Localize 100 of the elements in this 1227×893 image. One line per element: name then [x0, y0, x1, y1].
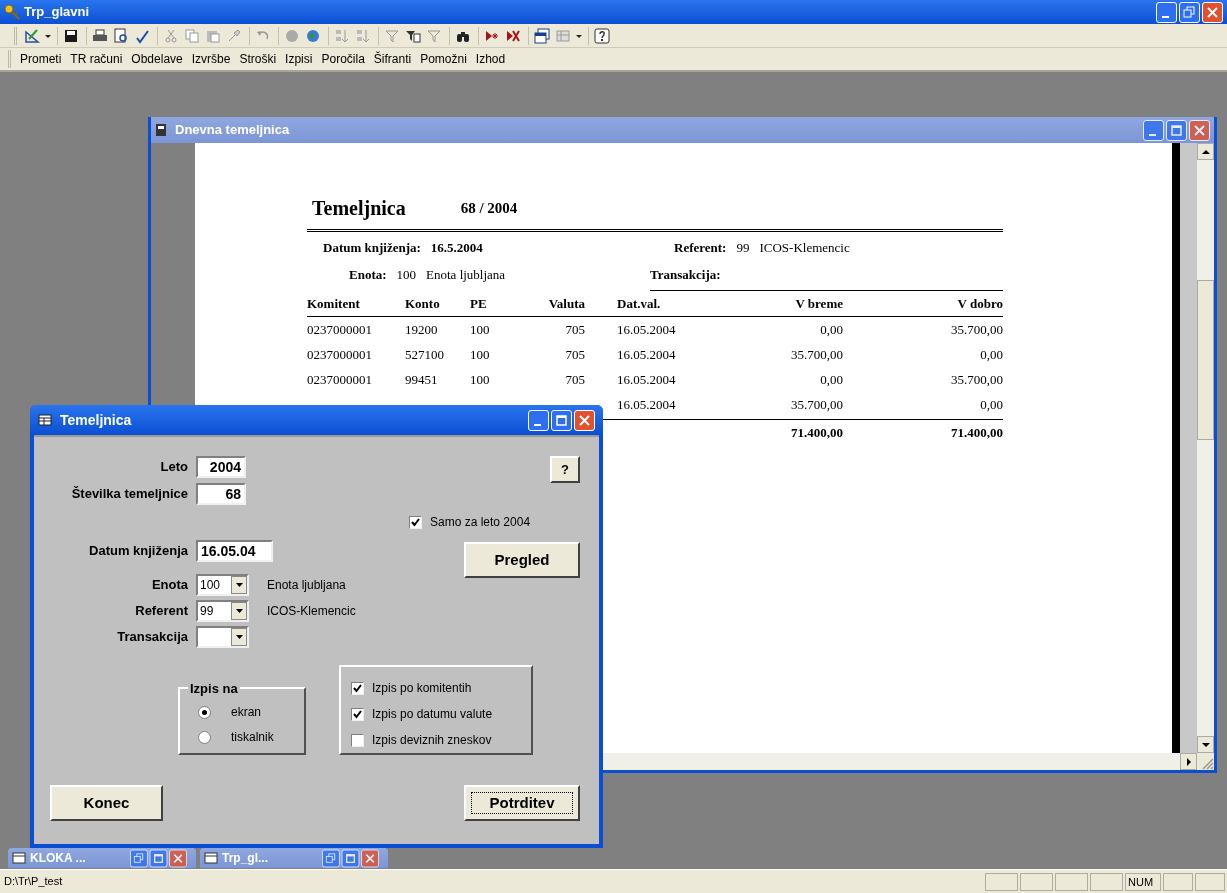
menu-item[interactable]: Izhod: [475, 50, 506, 68]
minimize-icon: [533, 423, 541, 426]
menu-item[interactable]: Prometi: [20, 50, 62, 68]
restore-button[interactable]: [1179, 1, 1200, 23]
dropdown-field[interactable]: [196, 626, 249, 648]
table-cell: 35.700,00: [951, 321, 1003, 337]
help-button[interactable]: ?: [550, 456, 580, 483]
menu-item[interactable]: Poročila: [321, 50, 365, 68]
design-icon[interactable]: [24, 27, 52, 44]
maximize-button[interactable]: [1166, 119, 1187, 141]
scroll-down-icon: [1201, 741, 1210, 748]
window-icon[interactable]: [534, 27, 552, 44]
table-cell: 100: [470, 371, 490, 387]
maximize-button[interactable]: [149, 849, 168, 867]
column-header: V breme: [795, 295, 843, 311]
scroll-up-button[interactable]: [1197, 143, 1214, 160]
field-label: Transakcija: [117, 629, 188, 645]
close-button[interactable]: [574, 409, 595, 431]
button[interactable]: Potrditev: [464, 785, 580, 821]
checkbox[interactable]: [351, 681, 364, 695]
dropdown-field[interactable]: 99: [196, 600, 249, 622]
size-grip-icon: [1202, 758, 1214, 770]
minimize-button[interactable]: [1156, 1, 1177, 23]
report-title: Temeljnica: [312, 196, 406, 222]
print-icon[interactable]: [92, 27, 110, 44]
table-cell: 35.700,00: [791, 396, 843, 412]
button[interactable]: Pregled: [464, 542, 580, 578]
total-value: 71.400,00: [951, 424, 1003, 440]
window-title: Trp_glavni: [24, 3, 90, 22]
caret-icon: [235, 583, 243, 587]
help-icon[interactable]: [594, 27, 612, 44]
table-cell: 99451: [405, 371, 438, 387]
maximize-button[interactable]: [551, 409, 572, 431]
close-button[interactable]: [1202, 1, 1223, 23]
close-button[interactable]: [361, 849, 379, 867]
checkbox-label: Izpis deviznih zneskov: [372, 732, 492, 749]
minimize-button[interactable]: [528, 409, 549, 431]
close-icon: [1206, 5, 1219, 19]
window-title: Temeljnica: [60, 410, 132, 430]
maximize-icon: [555, 413, 568, 427]
menu-item[interactable]: Pomožni: [420, 50, 467, 68]
close-button[interactable]: [169, 849, 187, 867]
form-icon: [38, 414, 52, 426]
table-cell: 0,00: [820, 321, 843, 337]
scroll-down-button[interactable]: [1197, 736, 1214, 753]
restore-button[interactable]: [322, 849, 340, 867]
minimize-icon: [1161, 15, 1169, 18]
input-field[interactable]: 16.05.04: [196, 540, 273, 562]
status-panel: [1090, 872, 1123, 891]
checkbox-label: Izpis po komitentih: [372, 680, 472, 697]
field-label: Številka temeljnice: [71, 486, 188, 502]
menu-item[interactable]: TR računi: [70, 50, 123, 68]
key-icon: [4, 4, 20, 20]
scroll-thumb[interactable]: [1197, 280, 1214, 440]
table-cell: 527100: [405, 346, 444, 362]
close-icon: [578, 413, 591, 427]
checkbox[interactable]: [351, 733, 364, 747]
field-value: ICOS-Klemencic: [759, 239, 850, 257]
column-header: Konto: [405, 295, 440, 311]
menu-item[interactable]: Šifranti: [373, 50, 412, 68]
menu-item[interactable]: Izpisi: [285, 50, 313, 68]
caret-icon: [235, 635, 243, 639]
checkbox[interactable]: [409, 515, 422, 529]
field-value: 99: [736, 239, 750, 257]
restore-button[interactable]: [130, 849, 148, 867]
radio-button[interactable]: [198, 730, 211, 744]
field-description: ICOS-Klemencic: [267, 603, 356, 620]
scroll-up-icon: [1201, 148, 1210, 155]
input-field[interactable]: 2004: [196, 456, 246, 478]
radio-label: ekran: [231, 704, 262, 721]
table-cell: 0,00: [980, 346, 1003, 362]
table-cell: 0,00: [980, 396, 1003, 412]
table-cell: 16.05.2004: [617, 371, 676, 387]
status-text: D:\Tr\P_test: [3, 874, 64, 890]
status-panel: [985, 872, 1018, 891]
vertical-scrollbar[interactable]: [1197, 143, 1214, 770]
button[interactable]: Konec: [50, 785, 163, 821]
dropdown-field[interactable]: 100: [196, 574, 249, 596]
table-cell: 0237000001: [307, 346, 372, 362]
menu-item[interactable]: Izvršbe: [191, 50, 231, 68]
restore-icon: [325, 852, 337, 864]
column-header: Komitent: [307, 295, 360, 311]
maximize-button[interactable]: [341, 849, 360, 867]
close-icon: [172, 852, 184, 864]
input-field[interactable]: 68: [196, 483, 246, 505]
radio-button[interactable]: [198, 705, 211, 719]
menu-item[interactable]: Stroški: [239, 50, 277, 68]
window-icon: [204, 852, 218, 864]
field-value: 16.5.2004: [430, 239, 483, 257]
checkbox-label: Samo za leto 2004: [430, 514, 531, 531]
minimize-button[interactable]: [1143, 119, 1164, 141]
window-icon: [12, 852, 26, 864]
copy-icon[interactable]: [184, 27, 202, 44]
checkbox[interactable]: [351, 707, 364, 721]
table-cell: 16.05.2004: [617, 321, 676, 337]
scroll-right-button[interactable]: [1180, 753, 1197, 770]
column-header: PE: [470, 295, 487, 311]
menu-item[interactable]: Obdelave: [131, 50, 183, 68]
table-cell: 19200: [405, 321, 438, 337]
field-label: Datum knjiženja:: [323, 239, 421, 257]
